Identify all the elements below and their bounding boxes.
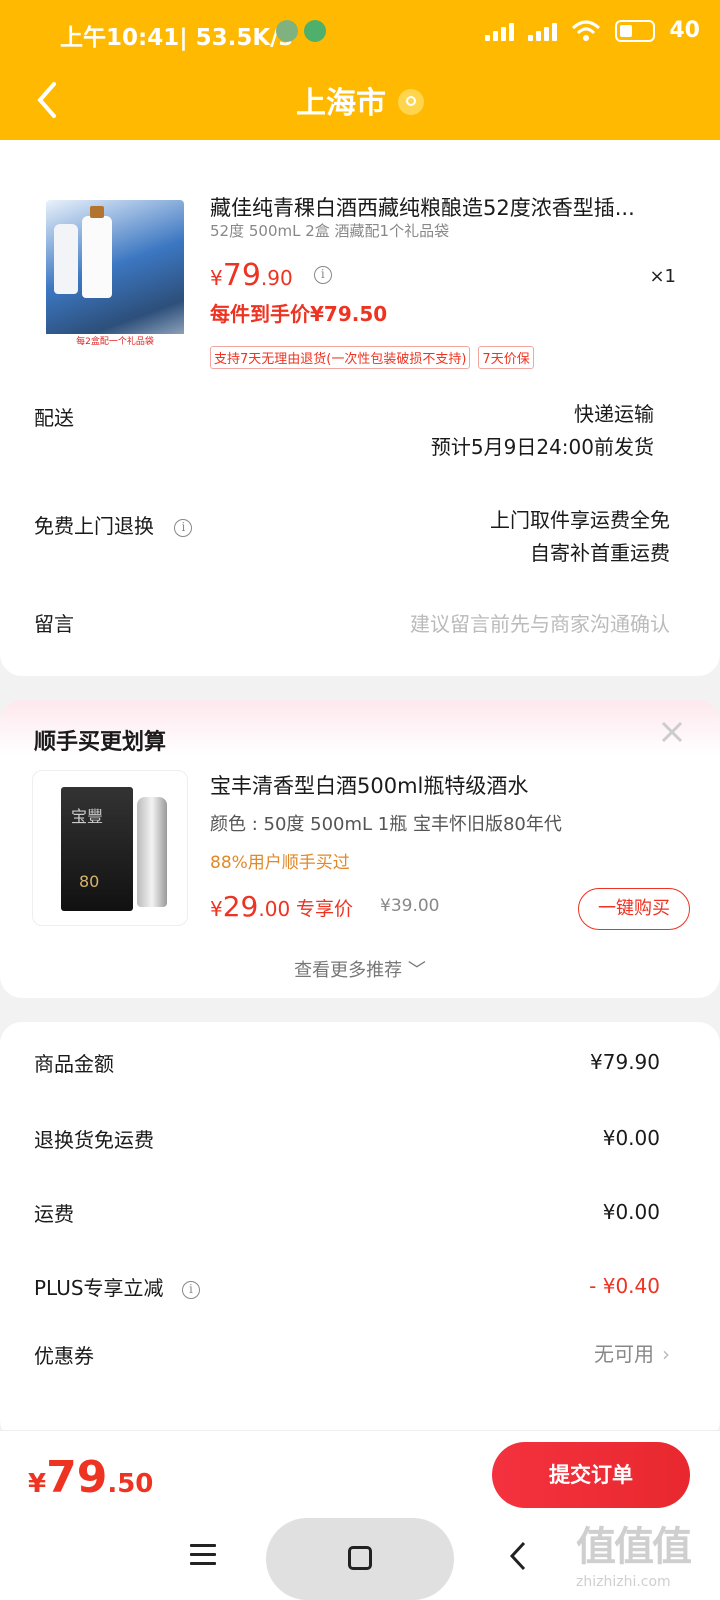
currency-symbol: ¥ [210,897,223,921]
status-right: 40 [485,18,700,43]
chevron-right-icon: › [662,1342,670,1366]
unit-price: 每件到手价¥79.50 [210,302,388,326]
price-summary-card [0,1022,720,1442]
recommend-product-spec: 颜色 : 50度 500mL 1瓶 宝丰怀旧版80年代 [210,814,562,835]
coupon-selector[interactable]: 无可用 › [594,1338,670,1367]
product-image[interactable]: 每2盒配一个礼品袋 [46,200,184,350]
recommend-title: 顺手买更划算 [34,730,167,755]
price-info-icon[interactable]: i [313,265,332,284]
return-shipping-label: 退换货免运费 [34,1128,154,1152]
back-arrow-icon [509,1541,526,1571]
return-shipping-value: ¥0.00 [602,1126,660,1150]
bottle-cap [90,206,104,218]
watermark-text: 值值值 [576,1524,692,1570]
recommend-product-name[interactable]: 宝丰清香型白酒500ml瓶特级酒水 [210,770,528,800]
nav-bar: 上海市 [0,66,720,140]
total-price: ¥79.50 [28,1452,153,1503]
image-caption: 每2盒配一个礼品袋 [46,334,184,350]
plus-info-icon[interactable]: i [181,1280,200,1299]
plus-discount-value: - ¥0.40 [589,1274,660,1298]
shipping-value: ¥0.00 [602,1200,660,1224]
clock: 上午10:41 [60,25,180,51]
total-decimal: .50 [107,1469,154,1499]
submit-order-button[interactable]: 提交订单 [492,1442,690,1508]
price-integer: 79 [222,258,261,293]
total-integer: 79 [46,1452,108,1503]
product-quantity: ×1 [649,266,676,287]
delivery-label: 配送 [34,406,74,430]
exclusive-price-label: 专享价 [296,898,354,920]
bottle-shape [54,224,78,294]
watermark-url: zhizhizhi.com [576,1574,671,1590]
return-line2: 自寄补首重运费 [530,541,670,565]
status-time: 上午10:41| 53.5K/s [60,18,292,52]
goods-amount-label: 商品金额 [34,1052,114,1076]
plus-discount-label: PLUS专享立减 [34,1276,164,1300]
return-policy-tag: 支持7天无理由退货(一次性包装破损不支持) [210,346,471,369]
price-decimal: .90 [260,266,293,290]
signal-1-icon [485,21,515,41]
bottle-shape [137,797,167,907]
close-recommend-button[interactable] [660,720,684,750]
product-price: ¥79.90 i [210,258,332,293]
remark-input[interactable]: 建议留言前先与商家沟通确认 [410,608,670,637]
home-app-notification-icon [304,20,326,42]
return-label-row: 免费上门退换 i [34,510,193,539]
one-click-buy-button[interactable]: 一键购买 [578,888,690,930]
page-title: 上海市 [296,86,386,121]
return-info-icon[interactable]: i [174,518,193,537]
app-notification-icon [276,20,298,42]
system-back-button[interactable] [508,1540,528,1576]
product-title[interactable]: 藏佳纯青稞白酒西藏纯粮酿造52度浓香型插... [210,192,670,222]
product-spec: 52度 500mL 2盒 酒藏配1个礼品袋 [210,222,450,240]
battery-icon [615,19,656,42]
product-box: 宝豐 80 [61,787,133,911]
remark-label: 留言 [34,612,74,636]
price-integer: 29 [222,890,259,923]
price-protect-tag: 7天价保 [478,346,534,369]
notification-icons [276,20,326,42]
coupon-label: 优惠券 [34,1344,94,1368]
original-price: ¥39.00 [380,896,440,916]
delivery-info[interactable]: 快递运输 预计5月9日24:00前发货 [431,398,654,464]
home-icon[interactable] [348,1546,372,1570]
recommend-product-image[interactable]: 宝豐 80 [32,770,188,926]
delivery-eta: 预计5月9日24:00前发货 [430,435,654,459]
box-number: 80 [79,872,100,891]
menu-icon[interactable] [190,1544,216,1566]
see-more-recommend[interactable]: 查看更多推荐 ﹀ [0,956,720,982]
wifi-icon [572,20,601,41]
shipping-label: 运费 [34,1202,74,1226]
top-header: 上午10:41| 53.5K/s 40 上海市 [0,0,720,140]
return-line1: 上门取件享运费全免 [490,508,670,532]
service-tags: 支持7天无理由退货(一次性包装破损不支持) 7天价保 [210,346,534,369]
plus-discount-label-row: PLUS专享立减 i [34,1272,200,1301]
close-icon [661,721,683,743]
location-pin-icon [398,88,424,115]
currency-symbol: ¥ [210,266,223,290]
status-bar: 上午10:41| 53.5K/s 40 [0,0,720,66]
price-decimal: .00 [258,897,291,921]
currency-symbol: ¥ [28,1469,47,1499]
bottle-shape [82,216,112,298]
delivery-method: 快递运输 [574,402,654,426]
goods-amount-value: ¥79.90 [590,1050,660,1074]
signal-2-icon [528,21,558,41]
recommend-price: ¥29.00 [210,890,290,923]
return-info: 上门取件享运费全免 自寄补首重运费 [490,504,670,570]
recommend-bought-rate: 88%用户顺手买过 [210,853,350,873]
box-brand-text: 宝豐 [71,807,104,826]
coupon-value: 无可用 [594,1342,654,1366]
return-label: 免费上门退换 [34,514,154,538]
battery-percent: 40 [669,18,700,43]
watermark-logo: 值值值 zhizhizhi.com [576,1522,716,1600]
location-selector[interactable]: 上海市 [0,78,720,122]
